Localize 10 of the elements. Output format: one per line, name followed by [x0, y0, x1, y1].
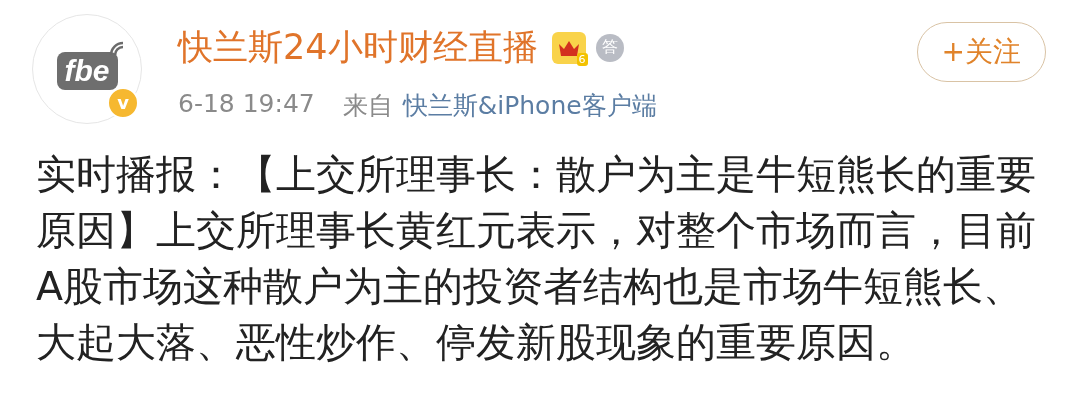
source-label: 来自 — [342, 90, 393, 122]
crown-badge: 6 — [551, 31, 586, 64]
verified-badge: v — [107, 87, 139, 119]
author-name[interactable]: 快兰斯24小时财经直播 — [178, 24, 538, 71]
post-time: 6-18 19:47 — [178, 89, 315, 120]
post-text: 实时播报：【上交所理事长：散户为主是牛短熊长的重要原因】上交所理事长黄红元表示，对整个市场而言，目前A股市场这种散户为主的投资者结构也是市场牛短熊长、大起大落、恶性炒作、停发新股现象的重要原因。 — [36, 150, 1037, 367]
medal-badge: 答 — [595, 33, 624, 62]
logo-text: fbe — [56, 52, 118, 90]
follow-button[interactable]: +关注 — [916, 22, 1046, 82]
source-link[interactable]: 快兰斯&iPhone客户端 — [402, 89, 657, 122]
